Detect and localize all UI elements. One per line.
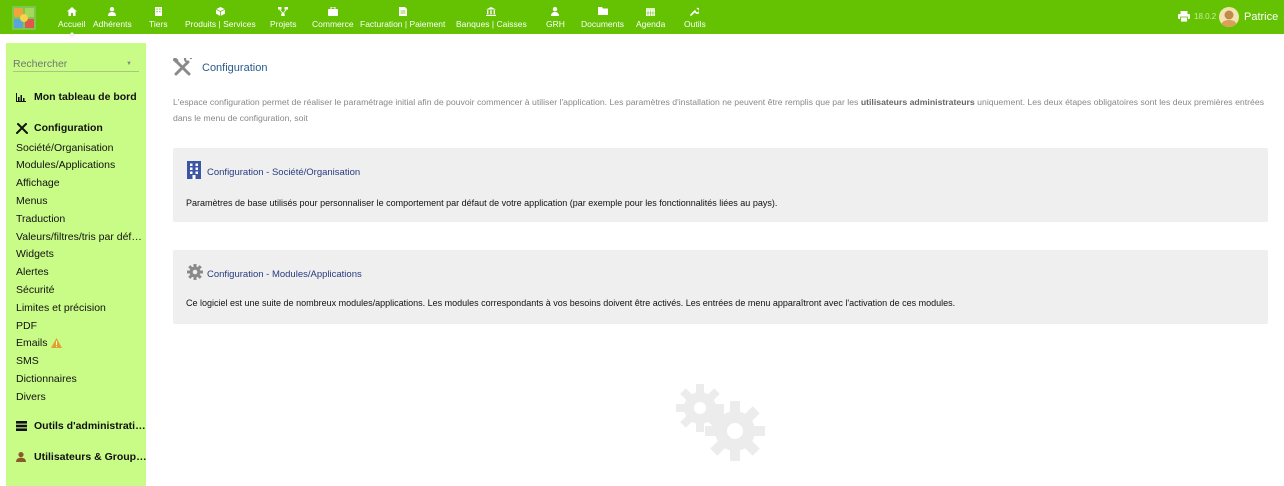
sidebar-item-pdf[interactable]: PDF: [16, 320, 37, 332]
menu-commerce[interactable]: Commerce: [312, 4, 354, 32]
menu-label: Agenda: [636, 19, 666, 29]
calendar-icon: [646, 4, 656, 18]
wrench-icon: [690, 4, 700, 18]
card-modules-desc: Ce logiciel est une suite de nombreux mo…: [186, 298, 956, 308]
sidebar-configuration-label: Configuration: [34, 122, 103, 134]
menu-tiers[interactable]: Tiers: [149, 4, 168, 32]
page-title: Configuration: [202, 62, 268, 74]
menu-label: Facturation | Paiement: [360, 19, 446, 29]
left-sidebar: ▼ Mon tableau de bord Configuration Soci…: [6, 43, 147, 486]
sidebar-item-limites[interactable]: Limites et précision: [16, 302, 106, 314]
menu-agenda[interactable]: Agenda: [636, 4, 665, 32]
sidebar-item-alertes[interactable]: Alertes: [16, 266, 49, 278]
sidebar-item-securite[interactable]: Sécurité: [16, 284, 55, 296]
intro-text: L'espace configuration permet de réalise…: [173, 94, 1273, 126]
sidebar-item-dictionnaires[interactable]: Dictionnaires: [16, 373, 77, 385]
card-modules: Configuration - Modules/Applications Ce …: [173, 250, 1268, 324]
version-label: 18.0.2: [1194, 12, 1217, 21]
printer-icon[interactable]: [1178, 11, 1190, 22]
warning-icon: [50, 338, 62, 348]
sidebar-users-groups-label: Utilisateurs & Group…: [34, 451, 147, 463]
cube-icon: [215, 4, 225, 18]
sidebar-admin-tools-label: Outils d'administrati…: [34, 420, 146, 432]
menu-projets[interactable]: Projets: [270, 4, 296, 32]
menu-label: Tiers: [149, 19, 168, 29]
menu-produits-services[interactable]: Produits | Services: [185, 4, 256, 32]
menu-facturation[interactable]: Facturation | Paiement: [360, 4, 445, 32]
home-icon: [66, 4, 77, 18]
card-societe: Configuration - Société/Organisation Par…: [173, 148, 1268, 222]
app-logo[interactable]: [12, 6, 36, 30]
menu-label: Outils: [684, 19, 706, 29]
tools-icon: [173, 58, 193, 76]
briefcase-icon: [327, 4, 338, 18]
menu-banques-caisses[interactable]: Banques | Caisses: [456, 4, 527, 32]
menu-label: GRH: [546, 19, 565, 29]
building-icon: [187, 161, 201, 179]
search-input[interactable]: [13, 56, 139, 72]
server-icon: [16, 420, 30, 432]
card-societe-link[interactable]: Configuration - Société/Organisation: [207, 167, 360, 178]
sidebar-item-affichage[interactable]: Affichage: [16, 177, 60, 189]
top-menu-bar: Accueil Adhérents Tiers Produits | Servi…: [0, 0, 1284, 36]
sidebar-item-emails[interactable]: Emails: [16, 337, 62, 349]
sidebar-item-emails-label: Emails: [16, 337, 48, 349]
member-icon: [108, 4, 117, 18]
card-societe-desc: Paramètres de base utilisés pour personn…: [186, 198, 778, 208]
invoice-icon: [398, 4, 407, 18]
user-avatar[interactable]: [1219, 7, 1239, 27]
menu-outils[interactable]: Outils: [684, 4, 706, 32]
hr-icon: [551, 4, 560, 18]
menu-label: Produits | Services: [185, 19, 256, 29]
menu-label: Banques | Caisses: [456, 19, 527, 29]
sidebar-item-valeurs[interactable]: Valeurs/filtres/tris par déf…: [16, 231, 142, 243]
sidebar-item-traduction[interactable]: Traduction: [16, 213, 65, 225]
chart-icon: [16, 91, 30, 103]
user-menu[interactable]: Patrice ⌄: [1244, 10, 1284, 23]
sidebar-item-widgets[interactable]: Widgets: [16, 248, 54, 260]
menu-accueil[interactable]: Accueil: [58, 4, 86, 36]
intro-text-bold: utilisateurs administrateurs: [860, 97, 975, 107]
sidebar-item-modules[interactable]: Modules/Applications: [16, 159, 115, 171]
gear-icon: [187, 264, 203, 280]
intro-text-part1: L'espace configuration permet de réalise…: [173, 97, 861, 107]
sidebar-dashboard-label: Mon tableau de bord: [34, 91, 137, 103]
menu-label: Commerce: [312, 19, 354, 29]
project-icon: [278, 4, 289, 18]
menu-documents[interactable]: Documents: [581, 4, 624, 32]
bank-icon: [486, 4, 497, 18]
caret-down-icon[interactable]: ▼: [126, 61, 132, 67]
user-icon: [16, 451, 30, 463]
card-modules-link[interactable]: Configuration - Modules/Applications: [207, 269, 362, 280]
menu-label: Projets: [270, 19, 297, 29]
sidebar-item-divers[interactable]: Divers: [16, 391, 46, 403]
sidebar-dashboard[interactable]: Mon tableau de bord: [16, 91, 137, 103]
sidebar-users-groups[interactable]: Utilisateurs & Group…: [16, 451, 147, 463]
menu-label: Documents: [581, 19, 624, 29]
username-label: Patrice: [1244, 11, 1279, 23]
tools-icon: [16, 122, 30, 134]
sidebar-item-menus[interactable]: Menus: [16, 195, 48, 207]
gears-icon: [676, 384, 765, 461]
menu-label: Accueil: [58, 19, 86, 29]
sidebar-admin-tools[interactable]: Outils d'administrati…: [16, 420, 146, 432]
menu-label: Adhérents: [93, 19, 132, 29]
menu-adherents[interactable]: Adhérents: [93, 4, 132, 32]
menu-grh[interactable]: GRH: [546, 4, 565, 32]
building-icon: [154, 4, 162, 18]
sidebar-item-societe[interactable]: Société/Organisation: [16, 142, 113, 154]
sidebar-item-sms[interactable]: SMS: [16, 355, 39, 367]
folder-icon: [597, 4, 608, 18]
sidebar-configuration[interactable]: Configuration: [16, 122, 103, 134]
